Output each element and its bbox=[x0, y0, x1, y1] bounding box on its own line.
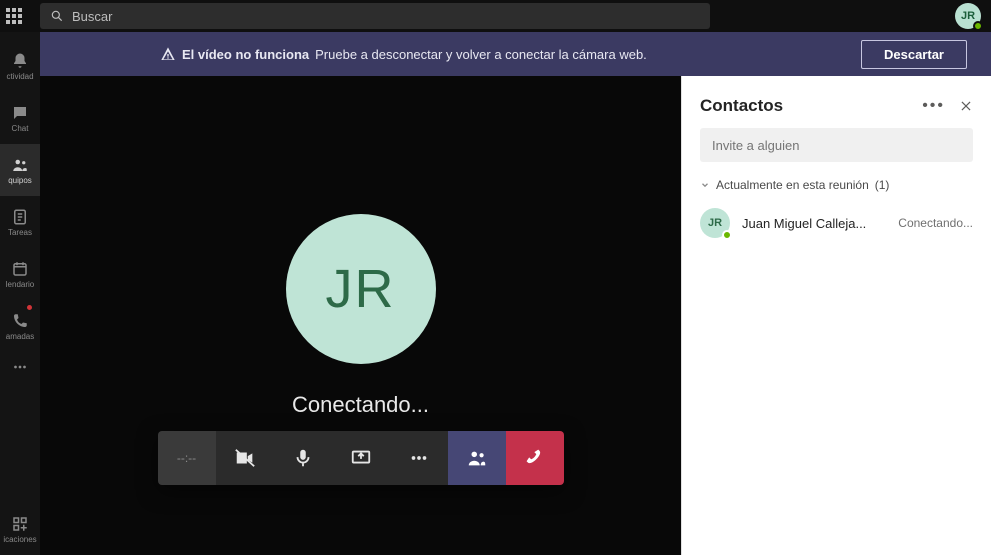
chevron-down-icon bbox=[700, 180, 710, 190]
banner-message: Pruebe a desconectar y volver a conectar… bbox=[315, 47, 647, 62]
invite-input[interactable] bbox=[700, 128, 973, 162]
rail-tasks[interactable]: Tareas bbox=[0, 196, 40, 248]
participants-button[interactable] bbox=[448, 431, 506, 485]
mic-icon bbox=[292, 447, 314, 469]
participant-status: Conectando... bbox=[898, 216, 973, 230]
rail-apps[interactable]: icaciones bbox=[0, 503, 40, 555]
participant-avatar-large: JR bbox=[286, 214, 436, 364]
participants-group-header[interactable]: Actualmente en esta reunión (1) bbox=[682, 172, 991, 198]
camera-off-icon bbox=[234, 447, 256, 469]
rail-activity[interactable]: ctividad bbox=[0, 40, 40, 92]
hangup-icon bbox=[524, 447, 546, 469]
phone-icon bbox=[11, 312, 29, 330]
app-launcher-icon[interactable] bbox=[6, 8, 22, 24]
more-actions-button[interactable] bbox=[390, 431, 448, 485]
close-icon[interactable] bbox=[959, 99, 973, 113]
more-icon bbox=[11, 358, 29, 376]
hangup-button[interactable] bbox=[506, 431, 564, 485]
call-duration: --:-- bbox=[158, 431, 216, 485]
search-box[interactable]: Buscar bbox=[40, 3, 710, 29]
apps-icon bbox=[11, 515, 29, 533]
chat-icon bbox=[11, 104, 29, 122]
title-bar: Buscar JR bbox=[0, 0, 991, 32]
banner-title: El vídeo no funciona bbox=[182, 47, 309, 62]
app-rail: ctividad Chat quipos Tareas lendario bbox=[0, 32, 40, 555]
presence-indicator bbox=[973, 21, 983, 31]
share-screen-button[interactable] bbox=[332, 431, 390, 485]
rail-more[interactable] bbox=[0, 352, 40, 382]
warning-banner: El vídeo no funciona Pruebe a desconecta… bbox=[40, 32, 991, 76]
rail-teams[interactable]: quipos bbox=[0, 144, 40, 196]
participant-name: Juan Miguel Calleja... bbox=[742, 216, 866, 231]
contacts-panel: Contactos ••• Actualmente en esta reunió… bbox=[681, 76, 991, 555]
participant-avatar: JR bbox=[700, 208, 730, 238]
more-icon bbox=[408, 447, 430, 469]
share-icon bbox=[350, 447, 372, 469]
bell-icon bbox=[11, 52, 29, 70]
tasks-icon bbox=[11, 208, 29, 226]
meeting-toolbar: --:-- bbox=[158, 431, 564, 485]
rail-chat[interactable]: Chat bbox=[0, 92, 40, 144]
camera-toggle-button[interactable] bbox=[216, 431, 274, 485]
notification-dot bbox=[26, 304, 33, 311]
participant-row[interactable]: JR Juan Miguel Calleja... Conectando... bbox=[682, 198, 991, 248]
search-icon bbox=[50, 9, 64, 23]
rail-calendar[interactable]: lendario bbox=[0, 248, 40, 300]
mic-toggle-button[interactable] bbox=[274, 431, 332, 485]
search-placeholder: Buscar bbox=[72, 9, 112, 24]
rail-calls[interactable]: amadas bbox=[0, 300, 40, 352]
teams-icon bbox=[11, 156, 29, 174]
people-icon bbox=[466, 447, 488, 469]
calendar-icon bbox=[11, 260, 29, 278]
meeting-stage: JR Conectando... --:-- bbox=[40, 76, 681, 555]
warning-icon bbox=[160, 46, 176, 62]
current-user-avatar[interactable]: JR bbox=[955, 3, 981, 29]
contacts-title: Contactos bbox=[700, 96, 783, 116]
dismiss-button[interactable]: Descartar bbox=[861, 40, 967, 69]
presence-indicator bbox=[722, 230, 732, 240]
panel-more-button[interactable]: ••• bbox=[922, 97, 945, 115]
connection-status: Conectando... bbox=[292, 392, 429, 418]
